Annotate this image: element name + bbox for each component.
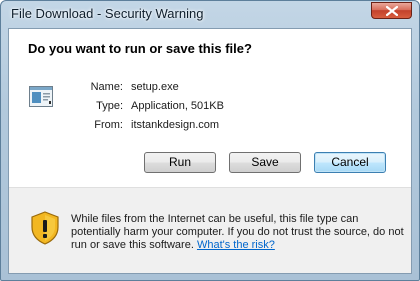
- file-type-row: Type: Application, 501KB: [63, 100, 303, 114]
- title-bar[interactable]: File Download - Security Warning: [1, 1, 419, 29]
- main-panel: Do you want to run or save this file? Na…: [9, 29, 411, 187]
- run-button[interactable]: Run: [144, 152, 216, 173]
- file-name-value: setup.exe: [131, 81, 179, 93]
- dialog-body: Do you want to run or save this file? Na…: [8, 28, 412, 274]
- file-source-row: From: itstankdesign.com: [63, 119, 303, 133]
- close-button[interactable]: [371, 2, 412, 19]
- application-file-icon: [29, 86, 53, 107]
- file-name-row: Name: setup.exe: [63, 81, 303, 95]
- file-type-label: Type:: [96, 100, 123, 112]
- file-download-dialog: File Download - Security Warning Do you …: [0, 0, 420, 281]
- file-source-value: itstankdesign.com: [131, 119, 220, 131]
- warning-shield-icon: [31, 211, 59, 245]
- dialog-question: Do you want to run or save this file?: [28, 41, 252, 56]
- whats-the-risk-link[interactable]: What's the risk?: [197, 239, 275, 251]
- section-divider: [9, 187, 411, 188]
- window-title: File Download - Security Warning: [11, 6, 204, 21]
- security-warning-message: While files from the Internet can be use…: [71, 213, 405, 252]
- file-type-value: Application, 501KB: [131, 100, 224, 112]
- close-icon: [386, 6, 398, 16]
- file-name-label: Name:: [90, 81, 123, 93]
- save-button[interactable]: Save: [229, 152, 301, 173]
- file-source-label: From:: [94, 119, 123, 131]
- cancel-button[interactable]: Cancel: [314, 152, 386, 173]
